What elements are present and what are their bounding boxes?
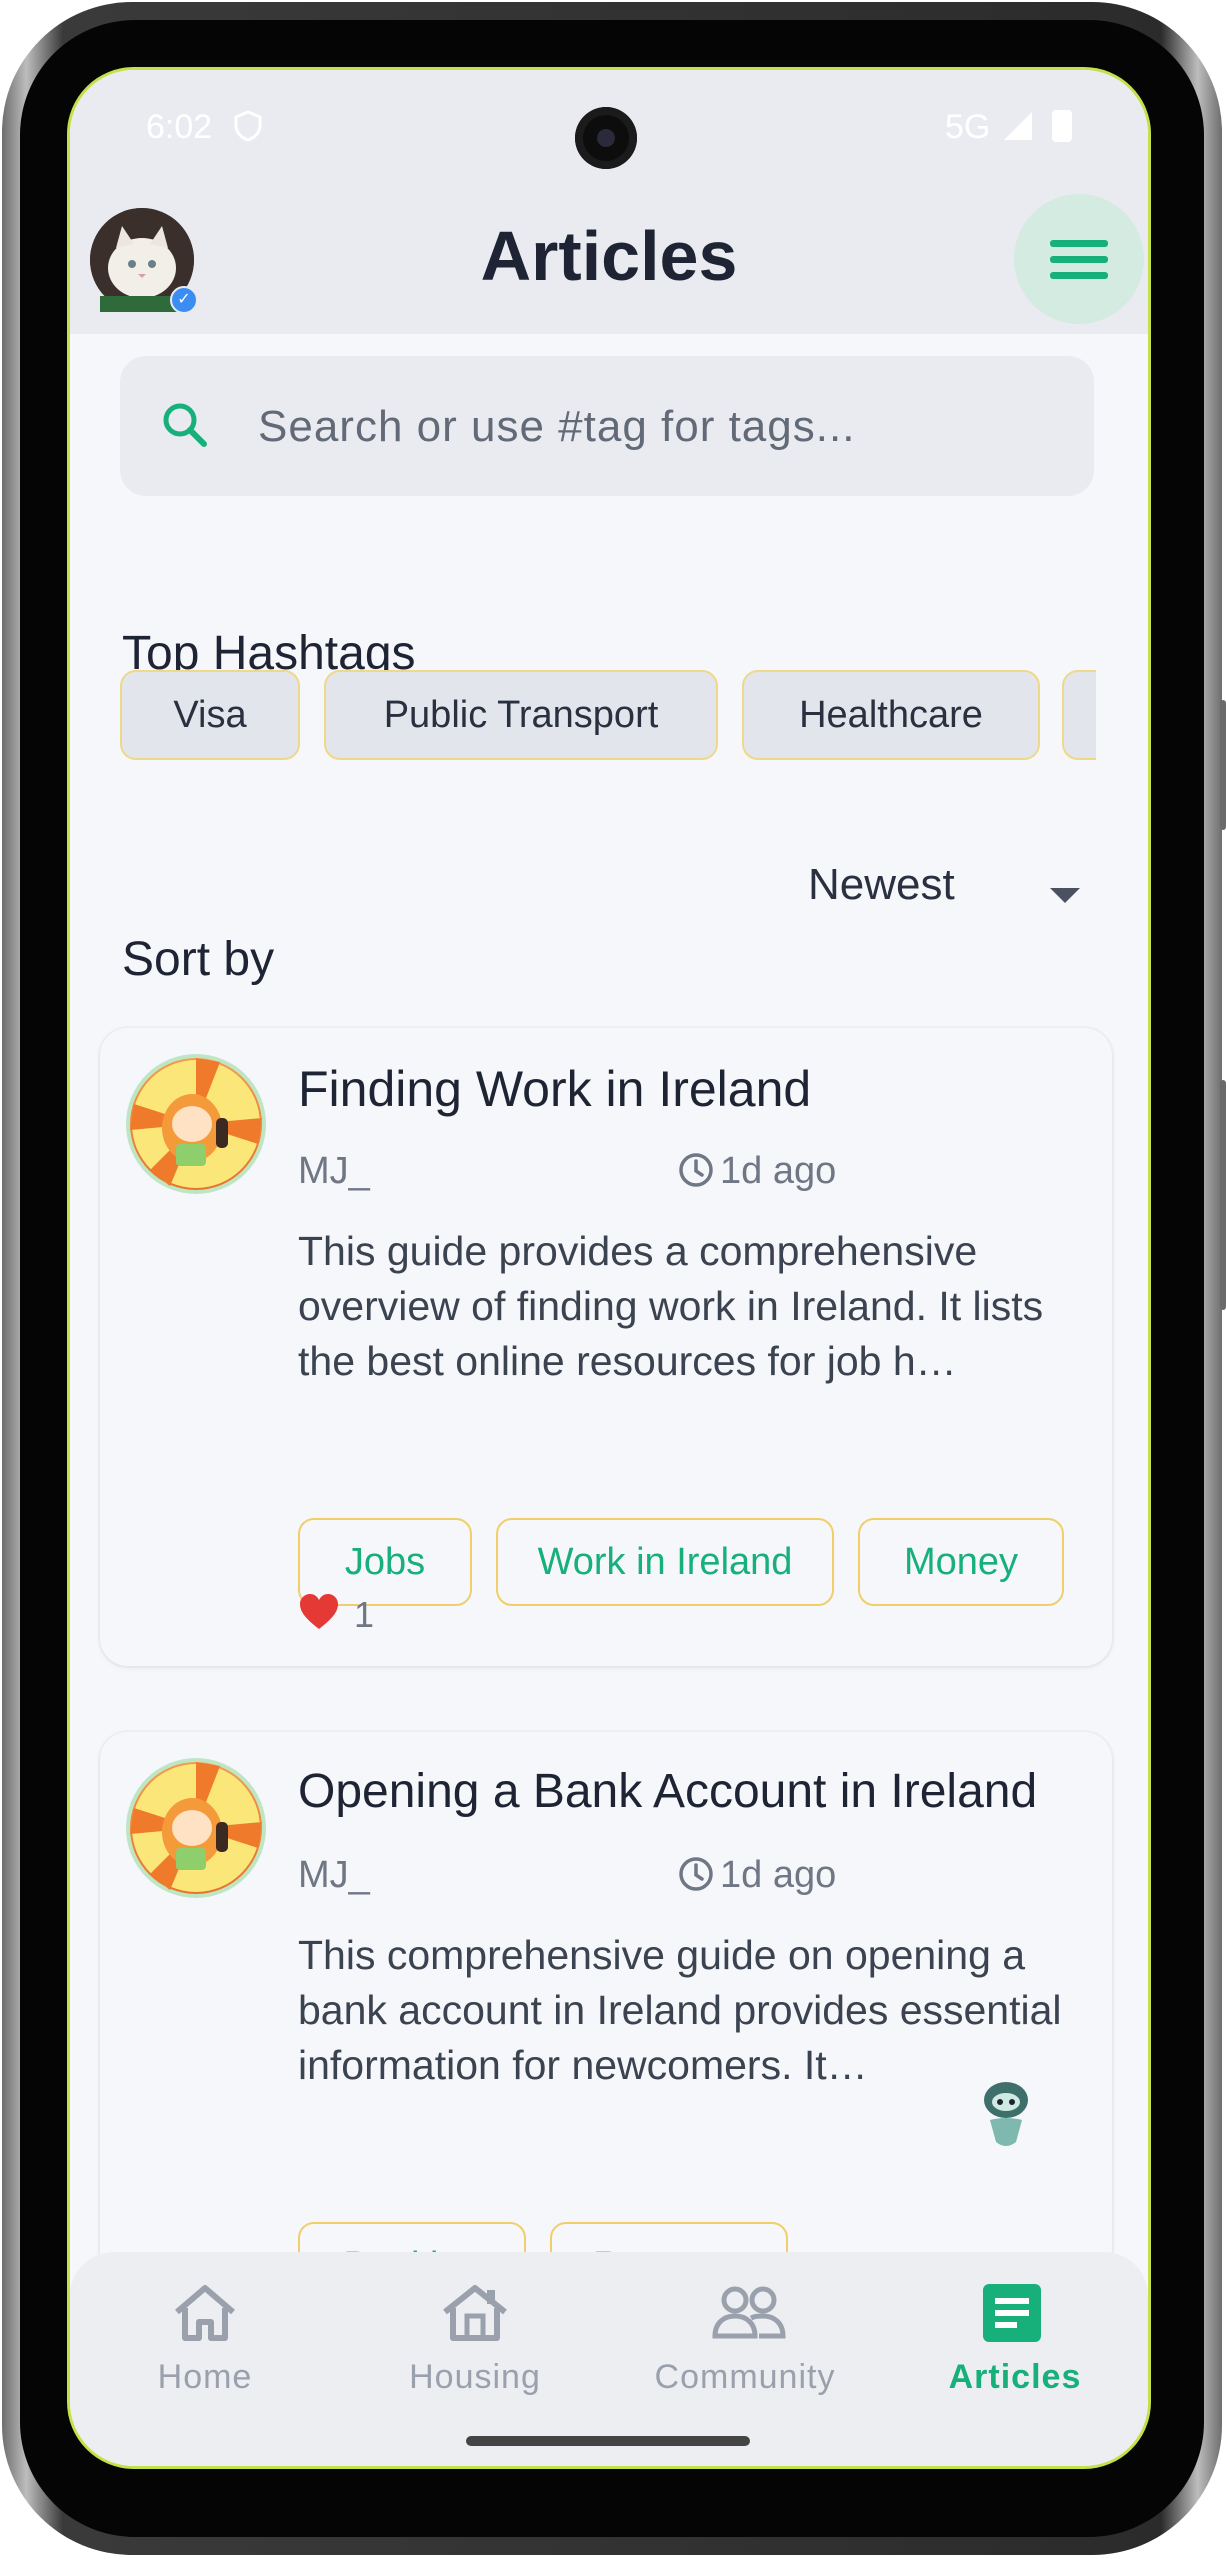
home-icon (175, 2285, 235, 2341)
author-avatar[interactable] (130, 1058, 262, 1190)
sort-value: Newest (808, 860, 955, 909)
menu-button[interactable] (1014, 194, 1144, 324)
article-tag[interactable]: Money (858, 1518, 1064, 1606)
nav-label-community: Community (654, 2358, 836, 2396)
status-time: 6:02 (146, 108, 213, 146)
hashtag-chip-healthcare[interactable]: Healthcare (742, 670, 1040, 760)
article-time: 1d ago (720, 1150, 837, 1192)
side-button (1220, 1080, 1226, 1310)
heart-icon[interactable] (298, 1593, 340, 1631)
side-button (1220, 700, 1226, 830)
menu-icon-line (1050, 272, 1108, 279)
nav-label-home: Home (157, 2358, 253, 2396)
article-excerpt: This guide provides a comprehensive over… (298, 1228, 1044, 1384)
chevron-down-icon (1050, 888, 1080, 903)
article-title[interactable]: Finding Work in Ireland (298, 1060, 811, 1118)
clock-icon (679, 1857, 713, 1891)
nav-item-housing[interactable]: Housing (340, 2252, 610, 2422)
battery-icon (1052, 110, 1072, 142)
article-author: MJ_ (298, 1150, 370, 1192)
front-camera (575, 107, 637, 169)
nav-label-housing: Housing (409, 2358, 541, 2396)
top-app-bar: 6:02 5G ✓ Articles (70, 70, 1148, 334)
article-card[interactable]: Finding Work in Ireland MJ_ 1d ago This … (100, 1028, 1112, 1666)
author-avatar-image (130, 1058, 262, 1188)
network-type: 5G (945, 108, 991, 146)
signal-icon (1004, 112, 1032, 140)
bottom-navigation: Home Housing Community Articles (70, 2252, 1148, 2466)
hashtag-chip-visa[interactable]: Visa (120, 670, 300, 760)
search-icon (163, 403, 207, 447)
author-avatar-image (130, 1762, 262, 1892)
nav-item-community[interactable]: Community (610, 2252, 880, 2422)
sort-dropdown[interactable]: Newest (790, 860, 1100, 950)
article-time: 1d ago (720, 1854, 837, 1896)
page-title: Articles (480, 217, 738, 295)
articles-icon (983, 2284, 1041, 2342)
clock-icon (679, 1153, 713, 1187)
search-bar[interactable] (120, 356, 1094, 496)
housing-icon (443, 2285, 507, 2341)
community-icon (712, 2286, 786, 2339)
article-tag[interactable]: Work in Ireland (496, 1518, 834, 1606)
shield-icon (234, 110, 262, 142)
hashtag-chip[interactable] (1062, 670, 1096, 760)
home-indicator[interactable] (466, 2436, 750, 2446)
sort-by-label: Sort by (122, 933, 275, 986)
like-count: 1 (354, 1594, 375, 1635)
article-title[interactable]: Opening a Bank Account in Ireland (298, 1764, 1037, 1819)
app-screen: 6:02 5G ✓ Articles Search or use #tag fo… (70, 70, 1148, 2466)
menu-icon-line (1050, 256, 1108, 263)
nav-item-articles[interactable]: Articles (880, 2252, 1148, 2422)
article-excerpt: This comprehensive guide on opening a ba… (298, 1932, 1062, 2088)
article-author: MJ_ (298, 1854, 370, 1896)
nav-label-articles: Articles (948, 2358, 1082, 2396)
author-avatar[interactable] (130, 1762, 262, 1894)
search-input[interactable] (256, 386, 1060, 468)
chatbot-icon[interactable] (976, 2076, 1036, 2156)
nav-item-home[interactable]: Home (70, 2252, 340, 2422)
hashtag-chip-public-transport[interactable]: Public Transport (324, 670, 718, 760)
hashtag-chips: Visa Public Transport Healthcare (120, 670, 1096, 766)
menu-icon (1050, 240, 1108, 247)
